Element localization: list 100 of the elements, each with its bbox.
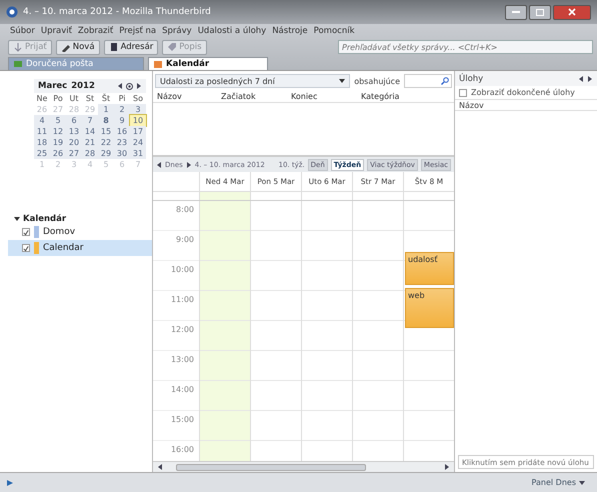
search-field[interactable] bbox=[404, 74, 452, 88]
calendar-day[interactable]: 5 bbox=[50, 115, 66, 126]
search-field[interactable]: Prehľadávať všetky správy... <Ctrl+K> bbox=[338, 40, 593, 54]
column-header[interactable]: Názov bbox=[455, 99, 597, 111]
checkmark-icon bbox=[23, 244, 29, 252]
column-header[interactable]: Koniec bbox=[287, 92, 357, 101]
checkbox[interactable] bbox=[22, 244, 30, 252]
close-button[interactable] bbox=[553, 4, 591, 20]
weekday-label: St bbox=[84, 93, 96, 104]
calendar-day[interactable]: 17 bbox=[130, 126, 146, 137]
calendar-day[interactable]: 20 bbox=[66, 137, 82, 148]
next-icon[interactable] bbox=[136, 83, 142, 89]
calendar-day[interactable]: 16 bbox=[114, 126, 130, 137]
calendar-day[interactable]: 9 bbox=[114, 115, 130, 126]
calendar-icon bbox=[153, 59, 163, 69]
weekday-label: Pi bbox=[118, 93, 126, 104]
menu-item[interactable]: Upraviť bbox=[40, 26, 72, 36]
calendar-day[interactable]: 7 bbox=[82, 115, 98, 126]
caret-icon bbox=[579, 480, 585, 486]
calendar-day[interactable]: 19 bbox=[50, 137, 66, 148]
tab[interactable]: Doručená pošta bbox=[8, 57, 144, 70]
scroll-left-icon[interactable] bbox=[157, 464, 163, 470]
checkbox-label[interactable]: Zobraziť dokončené úlohy bbox=[455, 86, 597, 99]
next-icon[interactable] bbox=[186, 162, 192, 168]
menu-item[interactable]: Pomocník bbox=[314, 26, 354, 36]
calendar-day[interactable]: 15 bbox=[98, 126, 114, 137]
caret-icon bbox=[339, 79, 346, 83]
window-title: 4. – 10. marca 2012 - Mozilla Thunderbird bbox=[23, 7, 211, 17]
tab[interactable]: Kalendár bbox=[148, 57, 268, 70]
calendar-day[interactable]: 2 bbox=[114, 104, 130, 115]
calendar-day[interactable]: 10 bbox=[130, 115, 146, 126]
menu-item[interactable]: Prejsť na bbox=[119, 26, 156, 36]
calendar-day[interactable]: 3 bbox=[130, 104, 146, 115]
close-icon bbox=[568, 8, 576, 16]
minimize-button[interactable] bbox=[505, 4, 527, 20]
calendar-day[interactable]: 30 bbox=[114, 148, 130, 159]
calendar-day[interactable]: 13 bbox=[66, 126, 82, 137]
calendar-day[interactable]: 22 bbox=[98, 137, 114, 148]
calendar-day[interactable]: 14 bbox=[82, 126, 98, 137]
calendar-day[interactable]: 8 bbox=[98, 115, 114, 126]
menu-item[interactable]: Zobraziť bbox=[78, 26, 114, 36]
calendar-day[interactable]: 26 bbox=[50, 148, 66, 159]
menu-item[interactable]: Udalosti a úlohy bbox=[198, 26, 266, 36]
pencil-icon bbox=[60, 42, 71, 52]
tag-icon bbox=[167, 42, 178, 52]
book-icon bbox=[108, 42, 119, 52]
filter-dropdown[interactable]: Udalosti za posledných 7 dní bbox=[155, 74, 350, 88]
scrollbar-thumb[interactable] bbox=[176, 464, 366, 470]
status-icon bbox=[6, 478, 14, 486]
calendar-day[interactable]: 1 bbox=[98, 104, 114, 115]
checkbox[interactable] bbox=[459, 88, 467, 96]
toolbar-button[interactable]: Nová bbox=[56, 40, 100, 54]
menu-item[interactable]: Nástroje bbox=[272, 26, 308, 36]
calendar-name: Calendar bbox=[43, 243, 84, 253]
column-header[interactable]: Kategória bbox=[357, 92, 437, 101]
month-label: Marec bbox=[38, 81, 68, 91]
menu-item[interactable]: Súbor bbox=[10, 26, 35, 36]
calendar-day[interactable]: 29 bbox=[98, 148, 114, 159]
checkbox[interactable] bbox=[22, 228, 30, 236]
today-icon[interactable] bbox=[126, 82, 133, 90]
next-icon[interactable] bbox=[587, 76, 593, 82]
calendar-day[interactable]: 18 bbox=[34, 137, 50, 148]
year-label: 2012 bbox=[71, 81, 95, 91]
column-header[interactable]: Názov bbox=[153, 92, 217, 101]
calendar-day[interactable]: 27 bbox=[66, 148, 82, 159]
calendar-day[interactable]: 28 bbox=[82, 148, 98, 159]
scroll-right-icon[interactable] bbox=[444, 464, 450, 470]
weekday-label: Št bbox=[100, 93, 112, 104]
toolbar-button[interactable]: Adresár bbox=[104, 40, 158, 54]
column-header[interactable]: Začiatok bbox=[217, 92, 287, 101]
previous-icon[interactable] bbox=[117, 83, 123, 89]
calendar-day[interactable]: 6 bbox=[66, 115, 82, 126]
calendar-day[interactable]: 31 bbox=[130, 148, 146, 159]
maximize-button[interactable] bbox=[529, 4, 551, 20]
weekday-label: Ut bbox=[68, 93, 80, 104]
collapse-icon[interactable] bbox=[14, 216, 20, 222]
weekday-label: Po bbox=[52, 93, 64, 104]
calendar-day[interactable]: 4 bbox=[34, 115, 50, 126]
weekday-label: So bbox=[132, 93, 144, 104]
download-icon bbox=[13, 42, 23, 52]
pane-title: Úlohy bbox=[459, 74, 484, 84]
calendar-event[interactable]: udalosť bbox=[405, 252, 454, 285]
filter-label: obsahujúce bbox=[354, 76, 400, 86]
calendar-day[interactable]: 21 bbox=[82, 137, 98, 148]
previous-icon[interactable] bbox=[156, 162, 162, 168]
calendar-event[interactable]: web bbox=[405, 288, 454, 328]
calendar-item[interactable]: Calendar bbox=[8, 240, 152, 256]
app-logo-icon bbox=[6, 6, 18, 18]
calendar-day[interactable]: 25 bbox=[34, 148, 50, 159]
calendar-day[interactable]: 12 bbox=[50, 126, 66, 137]
menu-item[interactable]: Správy bbox=[162, 26, 192, 36]
previous-icon[interactable] bbox=[578, 76, 584, 82]
calendar-day[interactable]: 11 bbox=[34, 126, 50, 137]
today-pane-button[interactable]: Panel Dnes bbox=[526, 477, 591, 488]
checkmark-icon bbox=[23, 228, 29, 236]
minimize-icon bbox=[512, 11, 520, 13]
calendar-day[interactable]: 24 bbox=[130, 137, 146, 148]
calendar-day[interactable]: 23 bbox=[114, 137, 130, 148]
calendar-item[interactable]: Domov bbox=[8, 224, 152, 240]
maximize-icon bbox=[536, 8, 544, 16]
